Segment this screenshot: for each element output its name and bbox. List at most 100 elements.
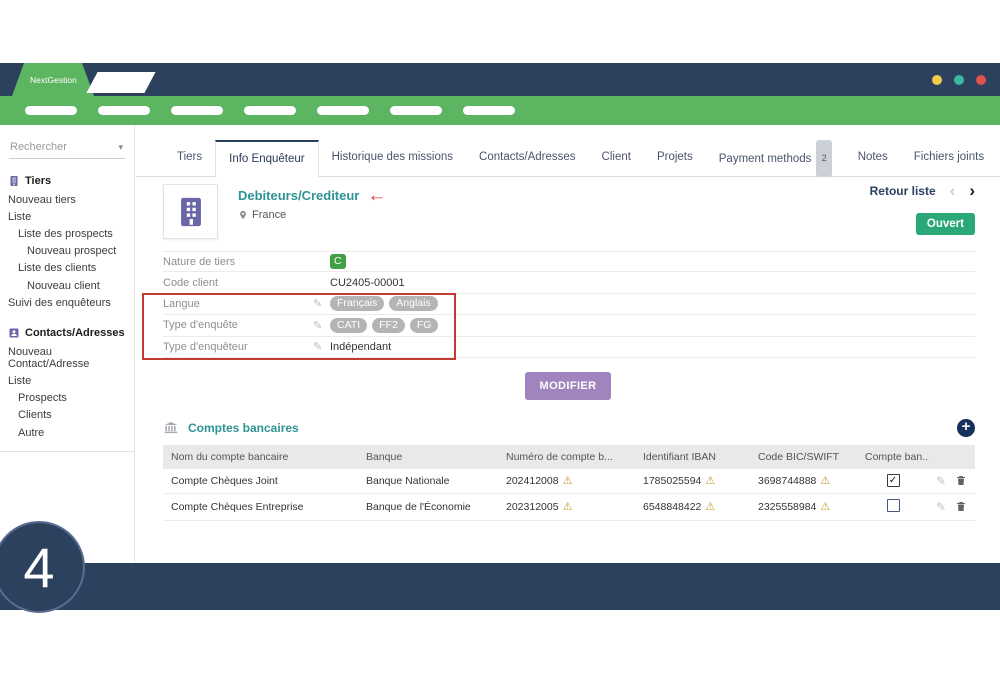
nav-item-redacted[interactable] [25,106,77,115]
nav-item-redacted[interactable] [171,106,223,115]
tab-info-enqu-teur[interactable]: Info Enquêteur [215,140,318,177]
annotation-arrow-icon: ← [367,190,386,202]
sidebar-item[interactable]: Prospects [0,390,134,407]
cell-bank-name: Banque de l'Économie [358,493,498,520]
status-open-button[interactable]: Ouvert [916,213,975,235]
tab-client[interactable]: Client [589,140,644,176]
field-label: Nature de tiers [163,256,313,268]
pencil-edit-icon[interactable]: ✎ [313,319,330,332]
sidebar-item[interactable]: Nouveau client [0,277,134,294]
sidebar-item[interactable]: Liste [0,208,134,225]
delete-row-icon[interactable] [955,474,967,487]
location-label: France [252,209,286,221]
add-bank-account-button[interactable]: + [957,419,975,437]
tab-notes[interactable]: Notes [845,140,901,176]
default-account-checkbox[interactable]: ✓ [887,474,900,487]
search-input[interactable]: Rechercher ▾ [9,138,125,159]
cell-bank-name: Banque Nationale [358,469,498,494]
brand-logo[interactable]: NextGestion [12,63,94,96]
warning-icon: ⚠ [563,501,573,513]
cell-account-number: 202412008⚠ [498,469,635,494]
cell-default-account: ✓ [857,469,929,494]
sidebar: Rechercher ▾ TiersNouveau tiersListeList… [0,125,135,563]
sidebar-item[interactable]: Nouveau prospect [0,243,134,260]
sidebar-item[interactable]: Nouveau Contact/Adresse [0,343,134,372]
delete-row-icon[interactable] [955,500,967,513]
sidebar-item[interactable]: Liste des clients [0,260,134,277]
avatar [163,184,218,239]
tab-fichiers-joints[interactable]: Fichiers joints [901,140,997,176]
tab-contacts-adresses[interactable]: Contacts/Adresses [466,140,589,176]
field-text: Indépendant [330,341,391,353]
value-tag: Français [330,296,384,311]
cell-account-name: Compte Chèques Joint [163,469,358,494]
chevron-right-icon[interactable]: › [969,185,975,197]
value-tag: FG [410,318,439,333]
window-dot-teal[interactable] [954,75,964,85]
tab-historique-des-missions[interactable]: Historique des missions [319,140,466,176]
sidebar-item[interactable]: Suivi des enquêteurs [0,294,134,311]
bank-accounts-table: Nom du compte bancaireBanqueNuméro de co… [163,445,975,521]
column-header [929,445,975,469]
window-controls [932,75,986,85]
field-row: Nature de tiers C [163,251,975,272]
window-dot-red[interactable] [976,75,986,85]
field-value: CATI FF2 FG [330,318,438,333]
cell-bic: 2325558984⚠ [750,493,857,520]
sidebar-item[interactable]: Nouveau tiers [0,191,134,208]
cell-iban: 6548848422⚠ [635,493,750,520]
edit-row-icon[interactable]: ✎ [936,500,946,514]
field-value: CU2405-00001 [330,277,405,289]
main-content: TiersInfo EnquêteurHistorique des missio… [136,125,1000,563]
row-actions: ✎ [937,474,967,488]
detail-fields: Nature de tiers C Code client CU2405-00001 L… [163,251,975,358]
column-header: Identifiant IBAN [635,445,750,469]
sidebar-item[interactable]: Clients [0,407,134,424]
cell-value: 202312005 [506,501,559,513]
sidebar-divider [0,451,134,452]
modify-button[interactable]: MODIFIER [525,372,612,400]
value-tag: CATI [330,318,367,333]
chevron-left-icon[interactable]: ‹ [950,185,956,197]
tab-tiers[interactable]: Tiers [164,140,215,176]
field-label: Type d'enquête [163,319,313,331]
back-to-list-link[interactable]: Retour liste [870,184,936,198]
cell-value: 202412008 [506,475,559,487]
warning-icon: ⚠ [705,475,715,487]
sidebar-section-header-1[interactable]: Contacts/Adresses [0,323,134,343]
cell-bic: 3698744888⚠ [750,469,857,494]
nav-item-redacted[interactable] [317,106,369,115]
field-value: FrançaisAnglais [330,296,438,311]
field-value: Indépendant [330,341,391,353]
sidebar-section-header-0[interactable]: Tiers [0,171,134,191]
bank-icon [163,420,179,435]
warning-icon: ⚠ [705,501,715,513]
field-label: Code client [163,277,313,289]
tab-payment-methods[interactable]: Payment methods2 [706,140,845,176]
sidebar-section-title: Tiers [25,175,51,187]
cell-actions: ✎ [929,493,975,520]
nav-item-redacted[interactable] [390,106,442,115]
cell-account-name: Compte Chèques Entreprise [163,493,358,520]
field-label: Type d'enquêteur [163,341,313,353]
pencil-edit-icon[interactable]: ✎ [313,340,330,353]
row-actions: ✎ [937,500,967,514]
pencil-edit-icon[interactable]: ✎ [313,297,330,310]
value-tag: FF2 [372,318,405,333]
field-row: Langue✎FrançaisAnglais [163,294,975,315]
default-account-checkbox[interactable] [887,499,900,512]
nav-item-redacted[interactable] [244,106,296,115]
nav-item-redacted[interactable] [98,106,150,115]
column-header: Code BIC/SWIFT [750,445,857,469]
field-value: C [330,254,346,269]
window-dot-yellow[interactable] [932,75,942,85]
sidebar-item[interactable]: Autre [0,424,134,441]
edit-row-icon[interactable]: ✎ [936,474,946,488]
field-row: Type d'enquêteur✎Indépendant [163,337,975,358]
column-header: Banque [358,445,498,469]
sidebar-item[interactable]: Liste [0,373,134,390]
contact-icon [8,327,20,339]
sidebar-item[interactable]: Liste des prospects [0,225,134,242]
nav-item-redacted[interactable] [463,106,515,115]
tab-projets[interactable]: Projets [644,140,706,176]
